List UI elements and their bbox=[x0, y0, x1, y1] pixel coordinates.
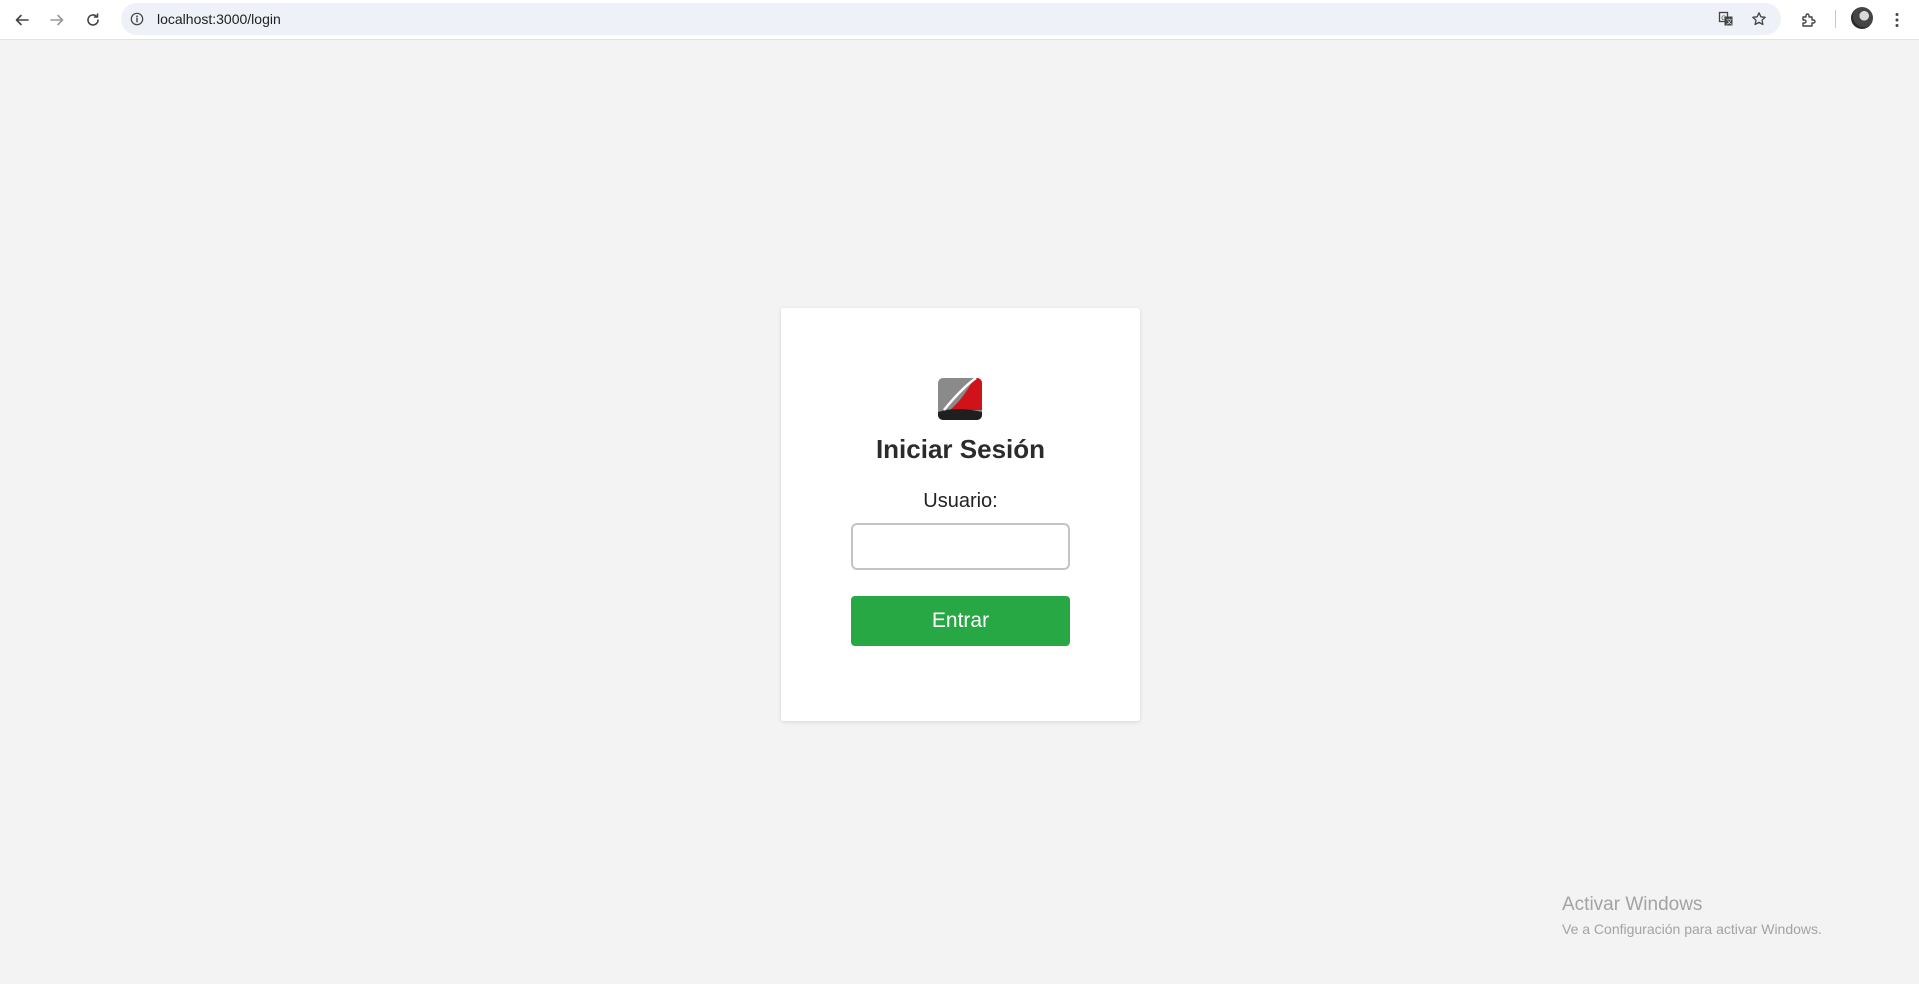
info-icon[interactable] bbox=[129, 11, 145, 27]
user-input[interactable] bbox=[851, 523, 1070, 570]
browser-toolbar: localhost:3000/login G 文 bbox=[0, 0, 1919, 40]
watermark-subtitle: Ve a Configuración para activar Windows. bbox=[1562, 921, 1822, 937]
forward-arrow-icon bbox=[50, 14, 64, 26]
translate-icon[interactable]: G 文 bbox=[1716, 9, 1736, 29]
reload-button[interactable] bbox=[79, 6, 107, 34]
profile-avatar[interactable] bbox=[1851, 7, 1873, 29]
back-arrow-icon bbox=[15, 14, 29, 26]
star-icon[interactable] bbox=[1749, 9, 1769, 29]
toolbar-divider bbox=[1835, 10, 1836, 28]
windows-activation-watermark: Activar Windows Ve a Configuración para … bbox=[1562, 893, 1822, 939]
user-label: Usuario: bbox=[923, 490, 998, 512]
address-bar[interactable]: localhost:3000/login G 文 bbox=[121, 3, 1781, 35]
puzzle-icon[interactable] bbox=[1795, 6, 1823, 34]
reload-icon bbox=[87, 13, 99, 26]
submit-button[interactable]: Entrar bbox=[851, 596, 1070, 646]
kebab-menu-icon[interactable] bbox=[1883, 6, 1911, 34]
watermark-title: Activar Windows bbox=[1562, 894, 1703, 915]
forward-button[interactable] bbox=[43, 6, 71, 34]
url-text[interactable]: localhost:3000/login bbox=[157, 3, 281, 35]
company-logo bbox=[938, 378, 982, 420]
back-button[interactable] bbox=[8, 6, 36, 34]
login-title: Iniciar Sesión bbox=[875, 434, 1046, 464]
login-card: Iniciar Sesión Usuario: Entrar bbox=[781, 308, 1140, 721]
svg-text:文: 文 bbox=[1726, 18, 1732, 26]
